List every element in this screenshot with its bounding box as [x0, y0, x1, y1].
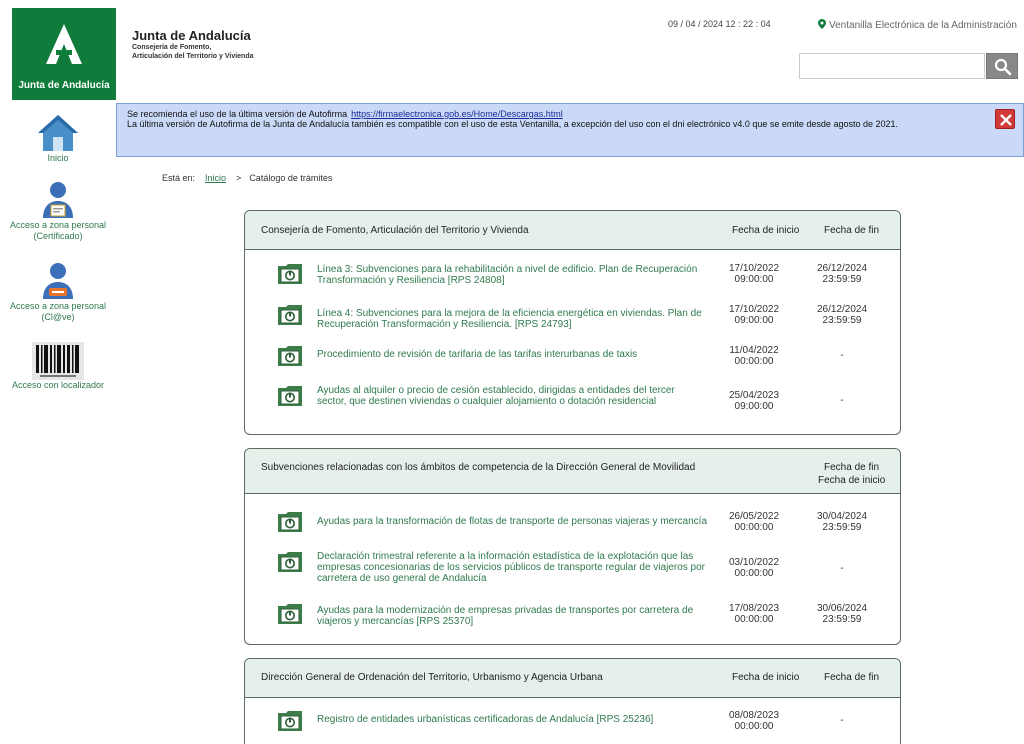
- breadcrumb-home-link[interactable]: Inicio: [205, 173, 226, 183]
- logo-text: Junta de Andalucía: [18, 80, 110, 91]
- panel-direccion-movilidad: Subvenciones relacionadas con los ámbito…: [244, 448, 901, 645]
- col-header-start: Fecha de inicio: [818, 475, 886, 486]
- folder-icon: [278, 264, 302, 284]
- panel-consejeria-fomento: Consejería de Fomento, Articulación del …: [244, 210, 901, 435]
- close-icon: [1000, 114, 1012, 126]
- panel-header: Subvenciones relacionadas con los ámbito…: [245, 449, 900, 494]
- junta-logo[interactable]: Junta de Andalucía: [12, 8, 116, 100]
- user-clave-icon: [43, 263, 73, 299]
- ventanilla-link[interactable]: Ventanilla Electrónica de la Administrac…: [818, 19, 1017, 31]
- tramite-title[interactable]: Ayudas al alquiler o precio de cesión es…: [317, 385, 702, 407]
- tramite-start-date: 11/04/2022 00:00:00: [729, 345, 779, 367]
- breadcrumb: Está en: Inicio > Catálogo de trámites: [162, 173, 332, 183]
- tramite-start-date: 26/05/2022 00:00:00: [728, 511, 780, 533]
- user-certificate-icon: [43, 182, 73, 218]
- notice-line2: La última versión de Autofirma de la Jun…: [127, 119, 898, 129]
- notice-line1: Se recomienda el uso de la última versió…: [127, 109, 348, 119]
- tramite-title[interactable]: Ayudas para la modernización de empresas…: [317, 605, 707, 627]
- tramite-end-date: 26/12/2024 23:59:59: [816, 304, 868, 326]
- close-notice-button[interactable]: [995, 109, 1015, 129]
- tramite-end-date: 30/06/2024 23:59:59: [816, 603, 868, 625]
- org-subtitle-2: Articulación del Territorio y Vivienda: [132, 53, 254, 60]
- tramite-end-date: 26/12/2024 23:59:59: [816, 263, 868, 285]
- autofirma-download-link[interactable]: https://firmaelectronica.gob.es/Home/Des…: [351, 109, 563, 119]
- col-header-end: Fecha de fin: [824, 462, 880, 473]
- sidebar-item-label: Acceso a zona personal (Cl@ve): [9, 301, 107, 322]
- org-title: Junta de Andalucía: [132, 28, 251, 43]
- tramite-end-date: 30/04/2024 23:59:59: [816, 511, 868, 533]
- breadcrumb-separator: >: [236, 173, 242, 183]
- tramite-title[interactable]: Procedimiento de revisión de tarifaria d…: [317, 349, 737, 360]
- folder-icon: [278, 386, 302, 406]
- folder-icon: [278, 604, 302, 624]
- tramite-start-date: 03/10/2022 00:00:00: [728, 557, 780, 579]
- tramite-title[interactable]: Declaración trimestral referente a la in…: [317, 551, 717, 584]
- breadcrumb-current: Catálogo de trámites: [249, 173, 333, 183]
- folder-icon: [278, 512, 302, 532]
- folder-icon: [278, 711, 302, 731]
- panel-title: Consejería de Fomento, Articulación del …: [261, 225, 529, 236]
- tramite-end-date: -: [840, 395, 844, 406]
- folder-icon: [278, 305, 302, 325]
- tramite-title[interactable]: Ayudas para la transformación de flotas …: [317, 516, 717, 527]
- tramite-end-date: -: [840, 563, 844, 574]
- tramite-start-date: 17/10/2022 09:00:00: [728, 263, 780, 285]
- tramite-end-date: -: [840, 715, 844, 726]
- location-pin-icon: [818, 19, 826, 29]
- tramite-start-date: 25/04/2023 09:00:00: [728, 390, 780, 412]
- search-icon: [994, 58, 1012, 76]
- autofirma-notice: Se recomienda el uso de la última versió…: [116, 103, 1024, 157]
- ventanilla-label: Ventanilla Electrónica de la Administrac…: [829, 20, 1017, 31]
- sidebar-item-label: Acceso a zona personal (Certificado): [9, 220, 107, 241]
- sidebar-item-label: Inicio: [47, 153, 69, 163]
- org-subtitle-1: Consejería de Fomento,: [132, 44, 212, 51]
- sidebar-item-localizador[interactable]: Acceso con localizador: [0, 342, 116, 391]
- tramite-title[interactable]: Registro de entidades urbanísticas certi…: [317, 714, 737, 725]
- col-header-end: Fecha de fin: [824, 225, 880, 236]
- panel-direccion-ordenacion-territorio: Dirección General de Ordenación del Terr…: [244, 658, 901, 744]
- sidebar-item-inicio[interactable]: Inicio: [0, 113, 116, 164]
- tramite-start-date: 17/10/2022 09:00:00: [728, 304, 780, 326]
- home-icon: [38, 115, 78, 151]
- col-header-start: Fecha de inicio: [732, 225, 800, 236]
- panel-title: Dirección General de Ordenación del Terr…: [261, 672, 603, 683]
- tramite-title[interactable]: Línea 4: Subvenciones para la mejora de …: [317, 308, 717, 330]
- tramite-start-date: 17/08/2023 00:00:00: [728, 603, 780, 625]
- panel-header: Dirección General de Ordenación del Terr…: [245, 659, 900, 698]
- col-header-start: Fecha de inicio: [732, 672, 800, 683]
- sidebar-item-clave[interactable]: Acceso a zona personal (Cl@ve): [0, 261, 116, 323]
- tramite-start-date: 08/08/2023 00:00:00: [728, 710, 780, 732]
- andalucia-a-logo-icon: [46, 24, 82, 64]
- col-header-end: Fecha de fin: [824, 672, 880, 683]
- barcode-icon: [32, 342, 84, 380]
- folder-icon: [278, 552, 302, 572]
- tramite-end-date: -: [840, 350, 844, 361]
- search-button[interactable]: [986, 53, 1018, 79]
- breadcrumb-prefix: Está en:: [162, 173, 196, 183]
- sidebar-item-label: Acceso con localizador: [11, 380, 105, 390]
- search-input[interactable]: [799, 53, 985, 79]
- panel-header: Consejería de Fomento, Articulación del …: [245, 211, 900, 250]
- panel-title: Subvenciones relacionadas con los ámbito…: [261, 462, 696, 473]
- org-block: Junta de Andalucía Consejería de Fomento…: [132, 28, 254, 61]
- folder-icon: [278, 346, 302, 366]
- current-datetime: 09 / 04 / 2024 12 : 22 : 04: [668, 19, 771, 29]
- sidebar-item-certificado[interactable]: Acceso a zona personal (Certificado): [0, 180, 116, 242]
- tramite-title[interactable]: Línea 3: Subvenciones para la rehabilita…: [317, 264, 717, 286]
